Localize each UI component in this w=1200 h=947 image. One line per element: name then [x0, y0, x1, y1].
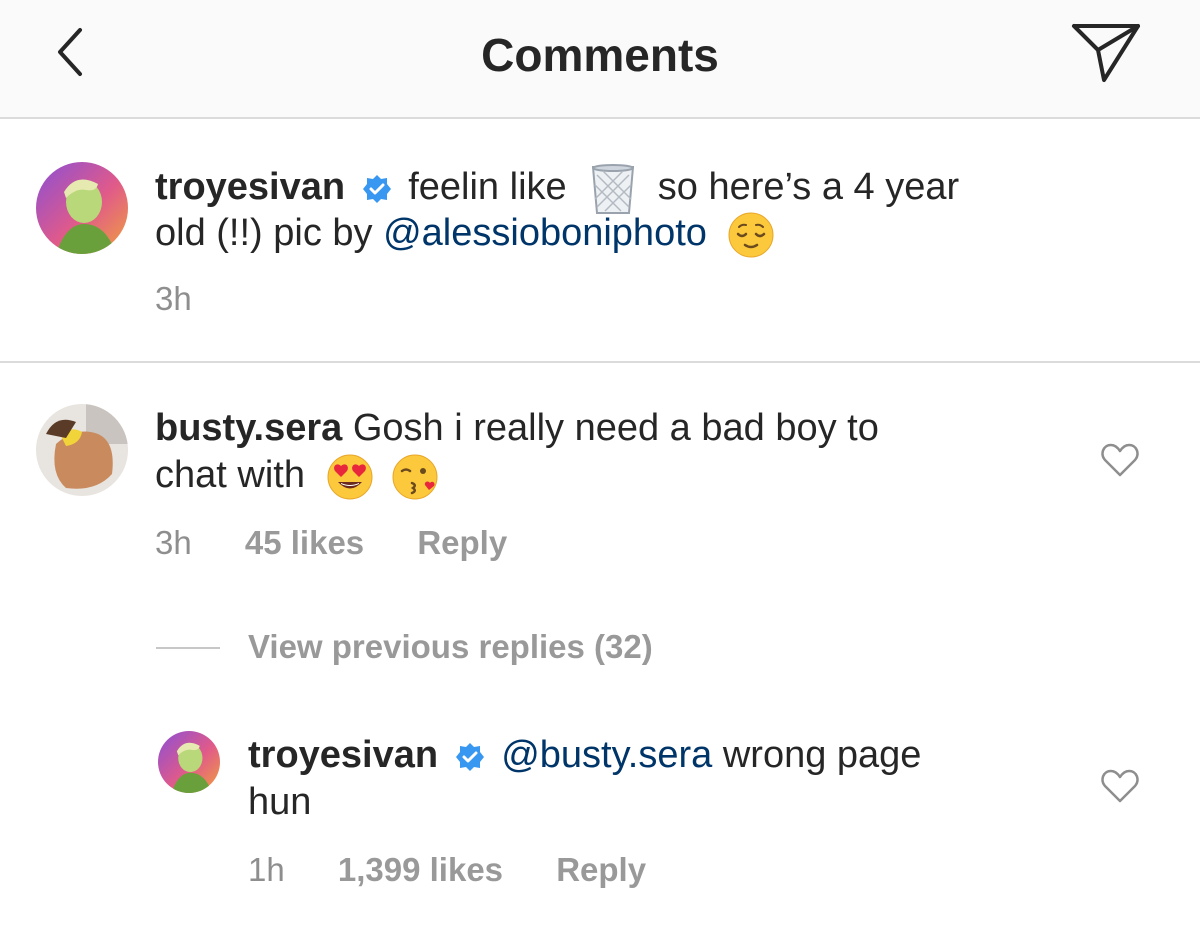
kissing-heart-emoji: [392, 454, 438, 500]
reply-likes[interactable]: 1,399 likes: [338, 851, 503, 888]
verified-badge-icon: [455, 742, 484, 771]
reply-like-button[interactable]: [1100, 768, 1140, 804]
comment-likes[interactable]: 45 likes: [245, 524, 364, 561]
reply-reply-button[interactable]: Reply: [556, 851, 646, 888]
view-previous-replies-link[interactable]: View previous replies (32): [248, 628, 653, 666]
caption-text-1: feelin like: [408, 166, 567, 209]
reply-meta: 1h 1,399 likes Reply: [248, 851, 646, 889]
caption-text-2: so here’s a 4 year: [657, 166, 960, 209]
comment-reply-button[interactable]: Reply: [417, 524, 507, 561]
page-title: Comments: [481, 29, 719, 81]
comment-like-button[interactable]: [1100, 442, 1140, 478]
comment-meta: 3h 45 likes Reply: [155, 524, 507, 562]
caption-timestamp: 3h: [155, 280, 192, 317]
heart-outline-icon: [1101, 443, 1139, 477]
caption-line-1: troyesivan feelin like so here’s a 4 yea…: [155, 163, 959, 215]
avatar-busty-sera[interactable]: [36, 404, 128, 496]
comment-text-2: chat with: [155, 454, 305, 496]
caption-username[interactable]: troyesivan: [155, 166, 345, 208]
caption-line-2: old (!!) pic by @alessioboniphoto: [155, 210, 775, 259]
verified-badge-icon: [362, 175, 391, 203]
comment-text-1: Gosh i really need a bad boy to: [352, 407, 879, 449]
paper-plane-icon: [1072, 24, 1140, 82]
relieved-face-emoji: [728, 212, 774, 258]
avatar-troyesivan[interactable]: [36, 162, 128, 254]
comment-line-1: busty.sera Gosh i really need a bad boy …: [155, 405, 879, 451]
reply-line-1: troyesivan @busty.sera wrong page: [248, 732, 921, 778]
caption-divider: [0, 361, 1200, 363]
reply-text-2: hun: [248, 781, 312, 823]
avatar-troyesivan-reply[interactable]: [158, 731, 220, 793]
replies-divider-line: [156, 647, 220, 649]
heart-outline-icon: [1101, 769, 1139, 803]
reply-line-2: hun: [248, 779, 311, 825]
comment-timestamp: 3h: [155, 524, 192, 561]
comment-line-2: chat with: [155, 452, 440, 501]
reply-timestamp: 1h: [248, 851, 285, 888]
share-button[interactable]: [1068, 20, 1144, 86]
reply-text-1: wrong page: [722, 734, 922, 776]
header-bar: Comments: [0, 0, 1200, 119]
comment-username[interactable]: busty.sera: [155, 407, 342, 449]
reply-mention[interactable]: @busty.sera: [501, 734, 712, 776]
heart-eyes-emoji: [327, 454, 373, 500]
reply-username[interactable]: troyesivan: [248, 734, 438, 776]
caption-mention[interactable]: @alessioboniphoto: [383, 212, 707, 254]
caption-text-3: old (!!) pic by: [155, 212, 373, 254]
wastebasket-emoji: [592, 164, 635, 214]
